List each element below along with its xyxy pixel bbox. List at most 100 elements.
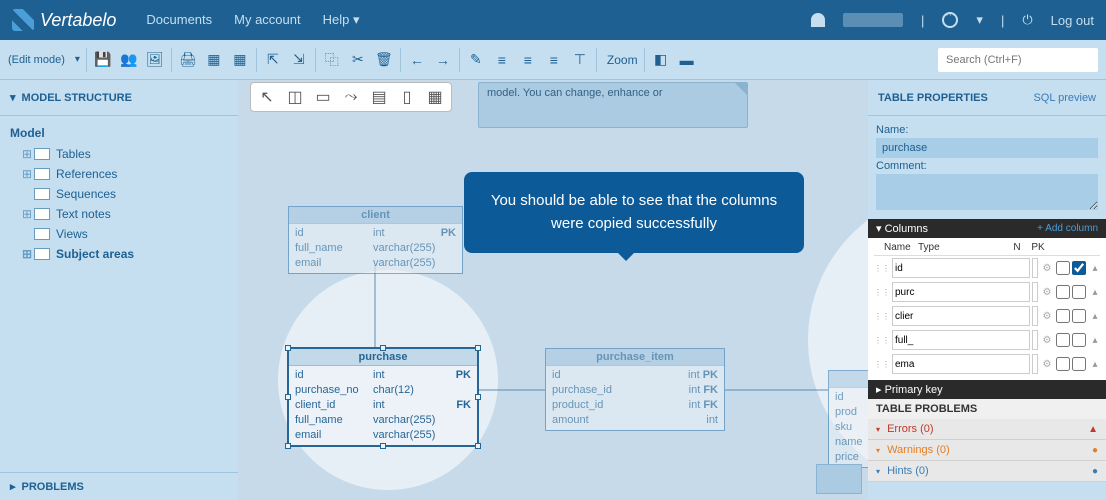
- layout-split-icon[interactable]: ◧: [651, 50, 671, 70]
- resize-handle[interactable]: [285, 394, 291, 400]
- comment-input[interactable]: [876, 174, 1098, 210]
- resize-handle[interactable]: [380, 443, 386, 449]
- pk-checkbox[interactable]: [1072, 357, 1086, 371]
- undo-icon[interactable]: ←: [407, 50, 427, 70]
- add-area-icon[interactable]: ▦: [425, 87, 445, 107]
- column-type-input[interactable]: [1032, 258, 1038, 278]
- gear-icon[interactable]: ⚙: [1040, 335, 1054, 346]
- column-type-input[interactable]: [1032, 282, 1038, 302]
- resize-handle[interactable]: [285, 443, 291, 449]
- expand-icon[interactable]: ⊞: [22, 247, 34, 261]
- resize-handle[interactable]: [475, 345, 481, 351]
- cut-icon[interactable]: ✂: [348, 50, 368, 70]
- nav-help[interactable]: Help ▾: [323, 12, 360, 28]
- column-name-input[interactable]: [892, 354, 1030, 374]
- add-view-icon[interactable]: ▤: [369, 87, 389, 107]
- expand-icon[interactable]: ⊞: [22, 147, 34, 161]
- table-product[interactable]: id prod sku name price: [828, 370, 868, 468]
- move-up-icon[interactable]: ▴: [1088, 287, 1102, 298]
- nav-documents[interactable]: Documents: [146, 12, 212, 28]
- drag-handle-icon[interactable]: ⋮⋮: [874, 360, 890, 369]
- column-name-input[interactable]: [892, 330, 1030, 350]
- tree-item-textnotes[interactable]: ⊞Text notes: [0, 204, 238, 224]
- errors-row[interactable]: ▾ Errors (0) ▲: [868, 419, 1106, 440]
- tree-root[interactable]: Model: [0, 122, 238, 144]
- table-name-input[interactable]: [876, 138, 1098, 158]
- resize-handle[interactable]: [475, 443, 481, 449]
- diagram-canvas[interactable]: ↖ ◫ ▭ ⤳ ▤ ▯ ▦ model. You can change, enh…: [238, 80, 868, 500]
- primary-key-section-header[interactable]: ▸ Primary key: [868, 380, 1106, 399]
- export-icon[interactable]: ⇲: [289, 50, 309, 70]
- nullable-checkbox[interactable]: [1056, 309, 1070, 323]
- redo-icon[interactable]: →: [433, 50, 453, 70]
- move-up-icon[interactable]: ▴: [1088, 311, 1102, 322]
- drag-handle-icon[interactable]: ⋮⋮: [874, 288, 890, 297]
- column-type-input[interactable]: [1032, 330, 1038, 350]
- columns-section-header[interactable]: ▾ Columns + Add column: [868, 219, 1106, 238]
- resize-handle[interactable]: [380, 345, 386, 351]
- expand-icon[interactable]: ▸: [876, 384, 882, 396]
- mode-dropdown[interactable]: ▾: [75, 54, 80, 65]
- align-left-icon[interactable]: ≡: [492, 50, 512, 70]
- expand-icon[interactable]: ⊞: [22, 207, 34, 221]
- print-icon[interactable]: 🖨: [178, 50, 198, 70]
- sql-icon[interactable]: ▦: [204, 50, 224, 70]
- text-note[interactable]: model. You can change, enhance or: [478, 82, 748, 128]
- resize-handle[interactable]: [475, 394, 481, 400]
- sql-preview-link[interactable]: SQL preview: [1033, 92, 1096, 104]
- search-input[interactable]: [938, 48, 1098, 72]
- save-icon[interactable]: 💾: [93, 50, 113, 70]
- column-name-input[interactable]: [892, 306, 1030, 326]
- xml-icon[interactable]: ▦: [230, 50, 250, 70]
- tree-item-sequences[interactable]: Sequences: [0, 184, 238, 204]
- expand-icon[interactable]: ▸: [10, 480, 16, 493]
- user-avatar-icon[interactable]: [811, 13, 825, 27]
- pk-checkbox[interactable]: [1072, 309, 1086, 323]
- gear-icon[interactable]: ⚙: [1040, 263, 1054, 274]
- column-name-input[interactable]: [892, 258, 1030, 278]
- image-icon[interactable]: 🖼: [145, 50, 165, 70]
- resize-handle[interactable]: [285, 345, 291, 351]
- drag-handle-icon[interactable]: ⋮⋮: [874, 264, 890, 273]
- layout-full-icon[interactable]: ▬: [677, 50, 697, 70]
- chat-icon[interactable]: [942, 12, 958, 28]
- tree-item-tables[interactable]: ⊞Tables: [0, 144, 238, 164]
- warnings-row[interactable]: ▾ Warnings (0) ●: [868, 440, 1106, 461]
- nav-account[interactable]: My account: [234, 12, 300, 28]
- align-right-icon[interactable]: ≡: [544, 50, 564, 70]
- align-center-icon[interactable]: ≡: [518, 50, 538, 70]
- add-reference-icon[interactable]: ⤳: [341, 87, 361, 107]
- copy-icon[interactable]: ⿻: [322, 50, 342, 70]
- pointer-icon[interactable]: ↖: [257, 87, 277, 107]
- pk-checkbox[interactable]: [1072, 285, 1086, 299]
- minimap[interactable]: [816, 464, 862, 494]
- delete-icon[interactable]: 🗑: [374, 50, 394, 70]
- tree-item-references[interactable]: ⊞References: [0, 164, 238, 184]
- column-type-input[interactable]: [1032, 306, 1038, 326]
- expand-icon[interactable]: ⊞: [22, 167, 34, 181]
- drag-handle-icon[interactable]: ⋮⋮: [874, 336, 890, 345]
- logout-link[interactable]: Log out: [1051, 13, 1094, 28]
- import-icon[interactable]: ⇱: [263, 50, 283, 70]
- gear-icon[interactable]: ⚙: [1040, 359, 1054, 370]
- column-name-input[interactable]: [892, 282, 1030, 302]
- nullable-checkbox[interactable]: [1056, 333, 1070, 347]
- select-area-icon[interactable]: ◫: [285, 87, 305, 107]
- collapse-icon[interactable]: ▾: [876, 223, 882, 235]
- table-purchase-item[interactable]: purchase_item idint PK purchase_idint FK…: [545, 348, 725, 431]
- share-icon[interactable]: 👥: [119, 50, 139, 70]
- nullable-checkbox[interactable]: [1056, 261, 1070, 275]
- tree-item-subjectareas[interactable]: ⊞Subject areas: [0, 244, 238, 264]
- column-type-input[interactable]: [1032, 354, 1038, 374]
- move-up-icon[interactable]: ▴: [1088, 335, 1102, 346]
- drag-handle-icon[interactable]: ⋮⋮: [874, 312, 890, 321]
- move-up-icon[interactable]: ▴: [1088, 263, 1102, 274]
- add-note-icon[interactable]: ▯: [397, 87, 417, 107]
- table-client[interactable]: client idintPK full_namevarchar(255) ema…: [288, 206, 463, 274]
- add-table-icon[interactable]: ▭: [313, 87, 333, 107]
- table-purchase[interactable]: purchase idintPK purchase_nochar(12) cli…: [288, 348, 478, 446]
- problems-panel-header[interactable]: ▸ PROBLEMS: [0, 472, 238, 500]
- move-up-icon[interactable]: ▴: [1088, 359, 1102, 370]
- pk-checkbox[interactable]: [1072, 261, 1086, 275]
- gear-icon[interactable]: ⚙: [1040, 311, 1054, 322]
